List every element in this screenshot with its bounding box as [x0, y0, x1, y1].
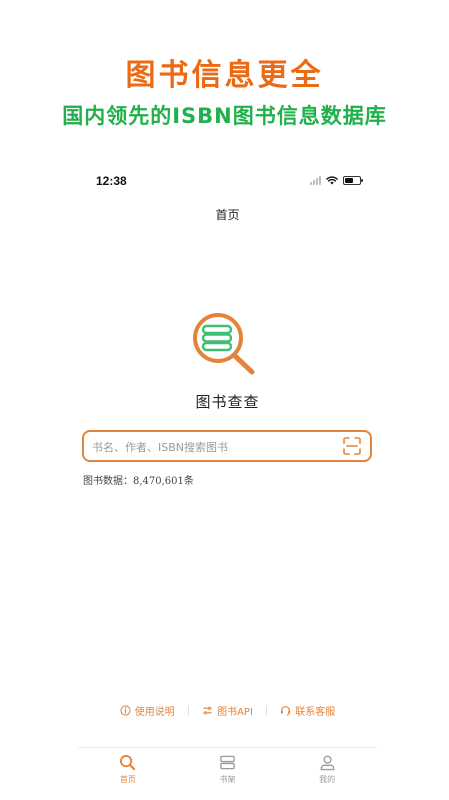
- tab-profile-label: 我的: [319, 775, 336, 784]
- footer-separator: |: [264, 704, 269, 716]
- signal-icon: [310, 176, 321, 185]
- app-name: 图书查查: [195, 393, 260, 411]
- nav-title: 首页: [215, 208, 240, 222]
- phone-screen: 12:38 首页 图书查查 书名、作者、ISBN搜索图书 图书数据：8,470,…: [78, 160, 377, 800]
- book-count: 图书数据：8,470,601条: [83, 472, 194, 487]
- user-icon: [320, 755, 334, 771]
- api-icon: [203, 706, 212, 714]
- book-count-value: 8,470,601条: [133, 476, 194, 487]
- status-icons: [310, 176, 363, 185]
- promo-title: 图书信息更全: [125, 58, 324, 93]
- customer-service-label: 联系客服: [295, 706, 336, 718]
- info-icon: [120, 704, 131, 716]
- battery-icon: [343, 176, 363, 185]
- customer-service-link[interactable]: 联系客服: [280, 703, 335, 718]
- bookshelf-icon: [220, 755, 235, 770]
- book-count-label: 图书数据：: [83, 476, 133, 487]
- footer-links: 使用说明 | 图书API | 联系客服: [78, 702, 377, 718]
- status-time: 12:38: [96, 174, 127, 188]
- tab-home-label: 首页: [119, 775, 136, 784]
- wifi-icon: [326, 176, 338, 185]
- promo-subtitle: 国内领先的ISBN图书信息数据库: [62, 104, 387, 128]
- usage-guide-link[interactable]: 使用说明: [120, 703, 175, 718]
- tab-bar: 首页 书架 我的: [78, 747, 377, 797]
- headset-icon: [281, 705, 291, 716]
- search-icon: [120, 754, 136, 771]
- usage-guide-label: 使用说明: [134, 706, 175, 718]
- book-api-link[interactable]: 图书API: [202, 703, 253, 718]
- search-placeholder: 书名、作者、ISBN搜索图书: [92, 441, 229, 454]
- search-input[interactable]: 书名、作者、ISBN搜索图书: [82, 430, 372, 462]
- footer-separator: |: [186, 704, 191, 716]
- tab-home[interactable]: 首页: [98, 754, 158, 797]
- book-magnifier-icon: [193, 313, 255, 375]
- tab-bookshelf[interactable]: 书架: [197, 754, 257, 797]
- tab-bookshelf-label: 书架: [219, 775, 236, 784]
- status-bar: 12:38: [78, 174, 377, 190]
- book-api-label: 图书API: [217, 706, 253, 718]
- scan-icon[interactable]: [343, 437, 361, 455]
- tab-profile[interactable]: 我的: [297, 754, 357, 797]
